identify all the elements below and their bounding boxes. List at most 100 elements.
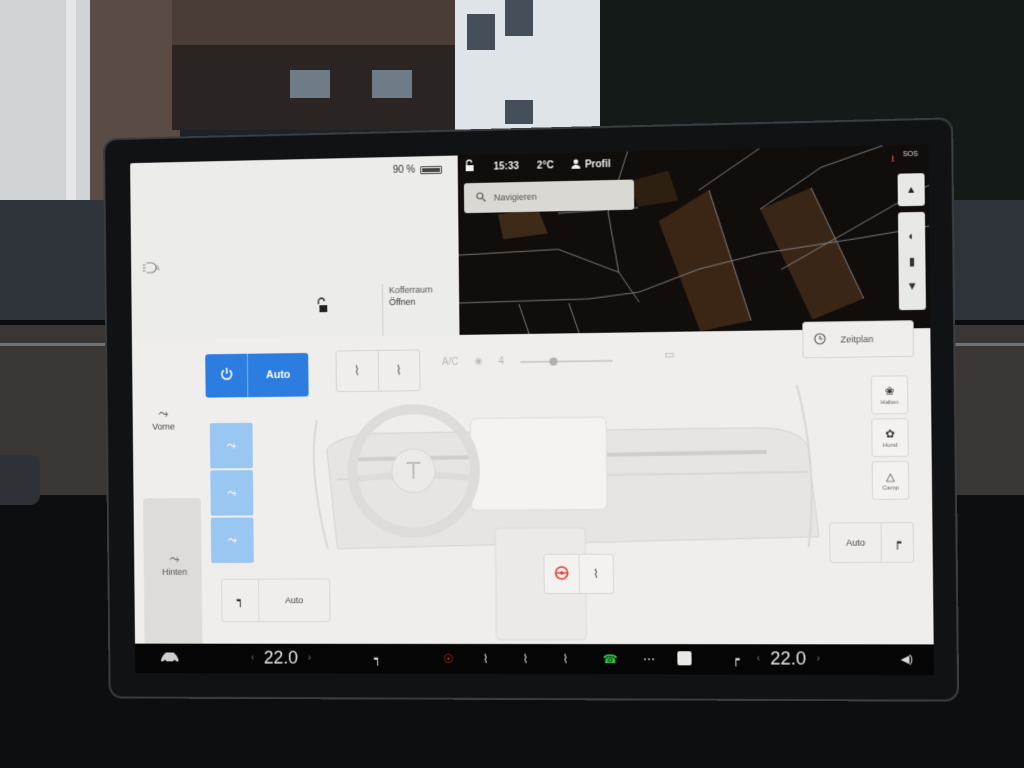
- ac-button[interactable]: A/C: [442, 357, 459, 368]
- clock: 15:33: [493, 160, 520, 173]
- passenger-seat-mode[interactable]: Auto: [830, 523, 883, 563]
- navigation-search[interactable]: Navigieren: [463, 179, 635, 214]
- compass-icon: ▲: [906, 183, 917, 196]
- svg-text:A: A: [155, 266, 160, 273]
- fan-slider[interactable]: [520, 357, 613, 366]
- dock-wiper-icon[interactable]: ⌇: [562, 652, 568, 666]
- trunk-control[interactable]: Kofferraum Öffnen: [381, 283, 434, 337]
- passenger-temp-down-icon[interactable]: ‹: [757, 653, 761, 664]
- dock-rear-defrost-icon[interactable]: ⌇: [522, 652, 528, 666]
- house-middle: [172, 0, 462, 130]
- airflow-icon: ⤳: [158, 405, 169, 421]
- trunk-open-action[interactable]: Öffnen: [389, 295, 433, 308]
- lock-open-icon[interactable]: [464, 159, 476, 175]
- paw-icon: ✿: [885, 427, 895, 441]
- center-heat-controls: ⌇: [543, 553, 615, 594]
- more-apps-icon[interactable]: ⋯: [643, 652, 655, 666]
- dock-seat-heater-icon[interactable]: ┑: [374, 652, 381, 666]
- bottom-dock: ‹ 22.0 › ┑ ☉ ⌇ ⌇ ⌇ ☎ ⋯ ┍ ‹ 22.0 › ◀︎): [135, 643, 935, 676]
- pin-icon[interactable]: ▼: [907, 280, 918, 292]
- climate-modes: ❀ Halten ✿ Hund △ Camp: [870, 375, 910, 500]
- fan-icon: ❀: [474, 356, 483, 368]
- charging-icon[interactable]: ▮: [909, 254, 915, 267]
- airflow-rear-icon: ⤳: [169, 551, 180, 567]
- power-icon: [219, 366, 233, 385]
- schedule-label: Zeitplan: [840, 333, 874, 345]
- driver-temp-down-icon[interactable]: ‹: [251, 653, 254, 664]
- mode-keep-label: Halten: [880, 399, 899, 406]
- passenger-temp-value: 22.0: [770, 648, 807, 669]
- driver-seat-mode[interactable]: Auto: [259, 579, 330, 621]
- schedule-button[interactable]: Zeitplan: [802, 320, 915, 359]
- vent-lower-icon: ⤳: [227, 532, 238, 547]
- wiper-defrost-icon: ⌇: [592, 566, 600, 581]
- zone-rear[interactable]: ⤳ Hinten: [155, 551, 194, 577]
- profile-button[interactable]: Profil: [571, 157, 611, 171]
- zone-front-label: Vorne: [152, 421, 175, 432]
- profile-label: Profil: [584, 158, 611, 171]
- vent-upper-button[interactable]: ⤳: [209, 422, 253, 469]
- zone-front[interactable]: ⤳ Vorne: [144, 406, 183, 432]
- car-lock-icon[interactable]: [315, 297, 329, 316]
- dock-steering-heat-icon[interactable]: ☉: [443, 652, 454, 666]
- driver-temperature: ‹ 22.0 ›: [251, 648, 311, 669]
- fan-slider-knob[interactable]: [549, 357, 558, 366]
- vent-middle-button[interactable]: ⤳: [210, 470, 254, 516]
- seat-heater-icon: ┍: [893, 535, 902, 550]
- battery-icon: [420, 165, 442, 174]
- volume-icon[interactable]: ◀︎): [900, 653, 913, 666]
- vent-direction-group: ⤳ ⤳ ⤳: [209, 422, 254, 563]
- mode-dog[interactable]: ✿ Hund: [871, 418, 909, 458]
- defrost-controls: ⌇ ⌇: [335, 349, 421, 393]
- dock-front-defrost-icon[interactable]: ⌇: [483, 652, 489, 666]
- driver-temp-value: 22.0: [263, 647, 299, 668]
- vent-middle-icon: ⤳: [227, 485, 237, 500]
- front-defrost-button[interactable]: ⌇: [336, 350, 379, 392]
- power-button[interactable]: [205, 353, 249, 398]
- passenger-temp-up-icon[interactable]: ›: [816, 653, 820, 664]
- mode-camp-label: Camp: [882, 484, 899, 492]
- vent-lower-button[interactable]: ⤳: [210, 517, 254, 563]
- driver-temp-up-icon[interactable]: ›: [308, 653, 311, 664]
- wiper-defrost-button[interactable]: ⌇: [579, 555, 613, 593]
- driver-seat-heat-button[interactable]: ┑: [222, 579, 260, 622]
- recirculation-button[interactable]: ▭: [664, 348, 675, 361]
- globe-icon[interactable]: ◐: [908, 230, 915, 242]
- rear-defrost-button[interactable]: ⌇: [378, 350, 419, 390]
- map-toolbar: ▲ ◐ ▮ ▼: [897, 173, 926, 311]
- mode-keep[interactable]: ❀ Halten: [870, 375, 909, 415]
- dock-passenger-seat-icon[interactable]: ┍: [732, 652, 740, 666]
- phone-icon[interactable]: ☎: [603, 652, 618, 666]
- mode-camp[interactable]: △ Camp: [871, 460, 910, 500]
- battery-percent: 90 %: [392, 164, 416, 176]
- tent-icon: △: [885, 470, 895, 483]
- passenger-seat-heat-button[interactable]: ┍: [882, 523, 913, 562]
- driver-seat-heat: ┑ Auto: [221, 578, 331, 623]
- passenger-seat-heat: Auto ┍: [829, 522, 915, 564]
- map-options: ◐ ▮ ▼: [897, 211, 926, 311]
- zone-rear-label: Hinten: [162, 566, 188, 577]
- person-icon: [571, 158, 581, 171]
- search-icon: [476, 192, 487, 204]
- headlight-icon[interactable]: A: [143, 261, 164, 277]
- steering-stalk: [0, 455, 40, 505]
- compass-button[interactable]: ▲: [897, 173, 925, 207]
- search-placeholder: Navigieren: [493, 191, 537, 203]
- front-defrost-icon: ⌇: [353, 363, 361, 379]
- car-status-panel: 90 % A Kofferraum Öffnen: [130, 155, 460, 340]
- mode-dog-label: Hund: [882, 442, 898, 449]
- status-icons-right: ⭳ SOS: [891, 151, 918, 168]
- battery-indicator: 90 %: [393, 164, 442, 176]
- steering-wheel-heat-icon: [554, 565, 568, 582]
- passenger-temperature: ‹ 22.0 ›: [757, 648, 820, 669]
- display-bezel: 90 % A Kofferraum Öffnen 15:33 2°C Profi…: [103, 117, 960, 702]
- download-icon[interactable]: ⭳: [891, 151, 894, 167]
- climate-power-auto: Auto: [205, 352, 309, 398]
- auto-button[interactable]: Auto: [247, 352, 309, 398]
- fan-mode-icon: ❀: [884, 385, 895, 398]
- rear-defrost-icon: ⌇: [395, 362, 403, 378]
- sos-button[interactable]: SOS: [903, 151, 919, 168]
- car-icon[interactable]: [160, 652, 179, 666]
- steering-wheel-heat-button[interactable]: [544, 554, 580, 593]
- app-launcher-icon[interactable]: [677, 651, 692, 666]
